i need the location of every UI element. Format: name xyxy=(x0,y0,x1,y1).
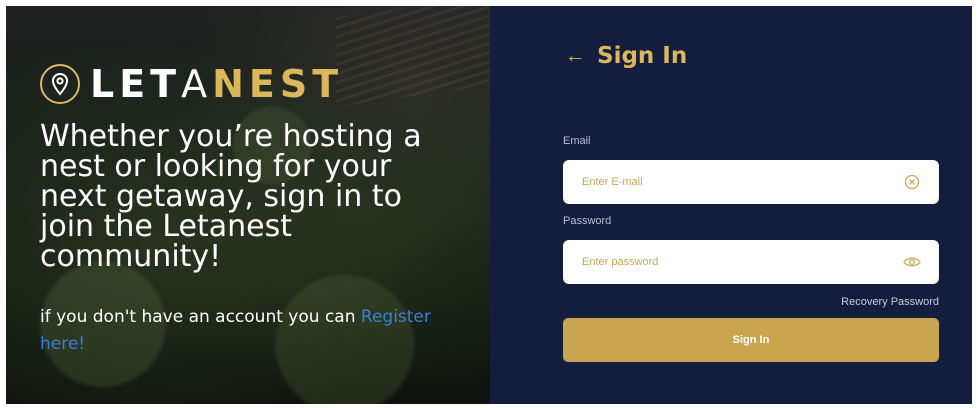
password-label: Password xyxy=(563,215,612,227)
recovery-password-link[interactable]: Recovery Password xyxy=(841,296,939,308)
headline-line: nest or looking for your xyxy=(40,149,392,184)
email-label: Email xyxy=(563,135,591,147)
hero-headline: Whether you’re hosting a nest or looking… xyxy=(40,122,480,272)
location-pin-icon xyxy=(40,64,80,104)
brand-wordmark-part: A xyxy=(181,62,213,106)
email-input[interactable] xyxy=(582,176,903,188)
brand-wordmark-part: LET xyxy=(90,62,182,106)
hero-panel: LETANEST Whether you’re hosting a nest o… xyxy=(6,6,490,404)
brand-logo: LETANEST xyxy=(40,64,343,104)
headline-line: Whether you’re hosting a xyxy=(40,119,422,154)
brand-wordmark-part: NEST xyxy=(212,62,344,106)
clear-circle-icon[interactable] xyxy=(903,173,921,191)
arrow-left-icon[interactable]: ← xyxy=(565,44,585,68)
password-input[interactable] xyxy=(582,256,903,268)
email-field[interactable] xyxy=(563,160,939,204)
signin-panel: ← Sign In Email Password Recovery Passwo… xyxy=(490,6,972,404)
brand-wordmark: LETANEST xyxy=(90,64,343,104)
signin-header: ← Sign In xyxy=(565,44,687,68)
subline-text: if you don't have an account you can xyxy=(40,307,361,327)
eye-icon[interactable] xyxy=(903,253,921,271)
page-title: Sign In xyxy=(597,43,688,69)
sign-in-button[interactable]: Sign In xyxy=(563,318,939,362)
password-field[interactable] xyxy=(563,240,939,284)
headline-line: next getaway, sign in to xyxy=(40,179,402,214)
headline-line: join the Letanest xyxy=(40,209,292,244)
headline-line: community! xyxy=(40,239,222,274)
hero-subline: if you don't have an account you can Reg… xyxy=(40,304,480,358)
